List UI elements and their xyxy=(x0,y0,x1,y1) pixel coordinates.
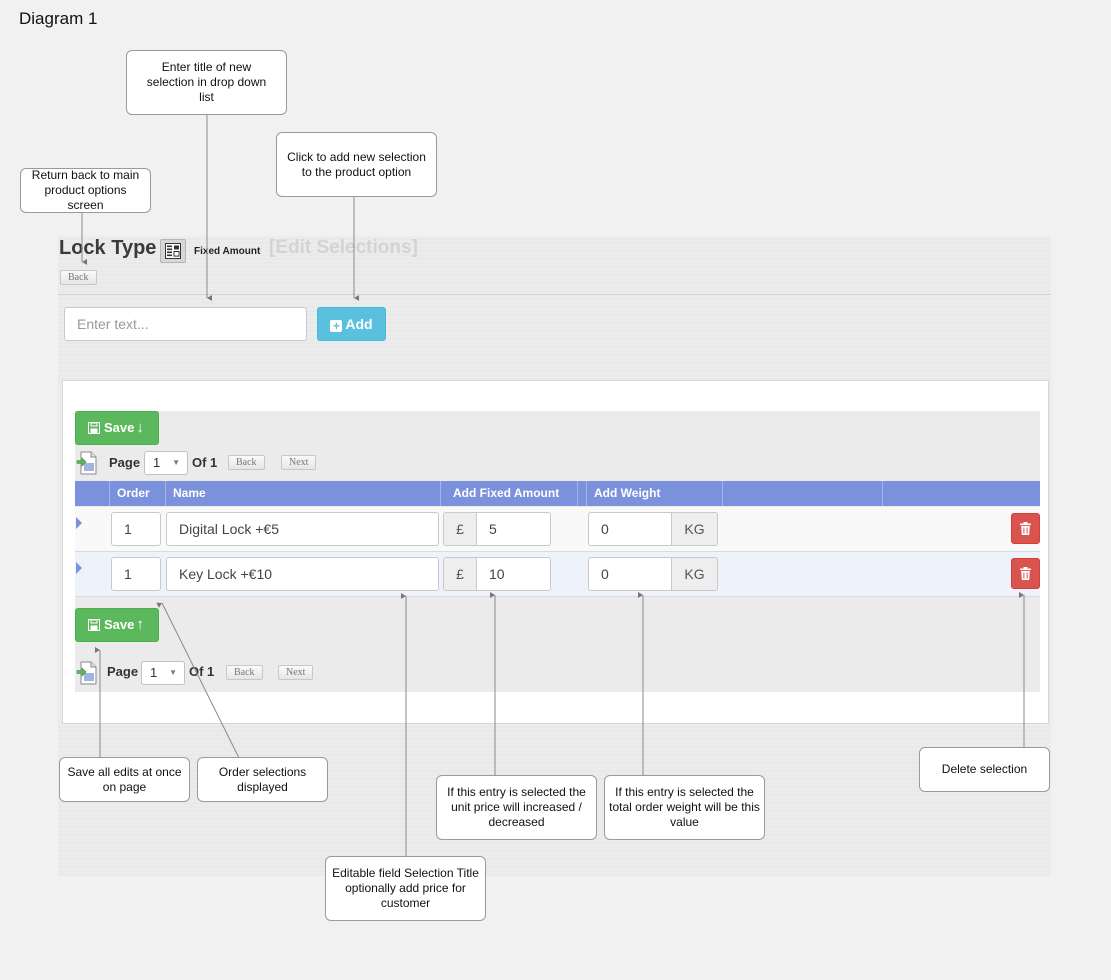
callout-editable-field: Editable field Selection Title optionall… xyxy=(325,856,486,921)
callout-order-weight: If this entry is selected the total orde… xyxy=(604,775,765,840)
callout-return-back: Return back to main product options scre… xyxy=(20,168,151,213)
callout-click-add: Click to add new selection to the produc… xyxy=(276,132,437,197)
callout-unit-price: If this entry is selected the unit price… xyxy=(436,775,597,840)
callout-enter-title: Enter title of new selection in drop dow… xyxy=(126,50,287,115)
callout-order-displayed: Order selections displayed xyxy=(197,757,328,802)
callout-delete-selection: Delete selection xyxy=(919,747,1050,792)
callout-save-all: Save all edits at once on page xyxy=(59,757,190,802)
